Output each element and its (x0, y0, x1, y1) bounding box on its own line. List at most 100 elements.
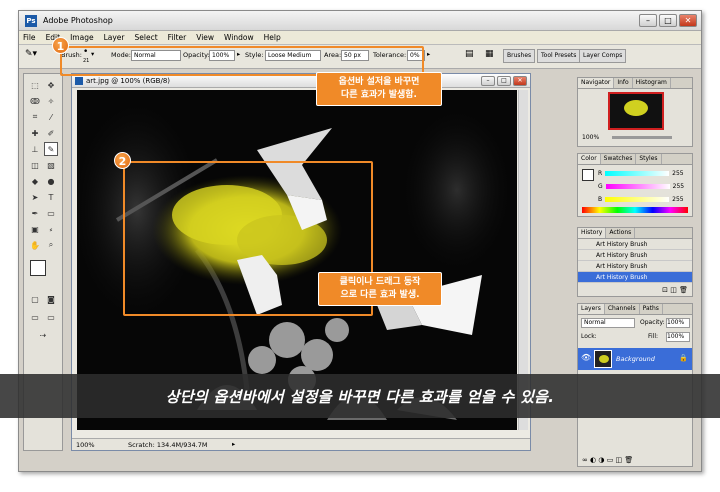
tab-actions[interactable]: Actions (606, 228, 636, 238)
tab-swatches[interactable]: Swatches (601, 154, 637, 164)
doc-minimize-button[interactable]: – (481, 76, 495, 86)
history-item[interactable]: Art History Brush (578, 261, 692, 272)
callout-2: 클릭이나 드래그 동작 으로 다른 효과 발생. (318, 272, 442, 306)
minimize-button[interactable]: – (639, 14, 657, 27)
zoom-level[interactable]: 100% (76, 441, 95, 449)
callout-badge-2: 2 (114, 152, 131, 169)
lock-icon: 🔒 (679, 354, 688, 362)
layer-row-background[interactable]: 👁 Background 🔒 (578, 348, 692, 370)
eraser-tool-icon[interactable]: ◫ (28, 158, 42, 172)
jump-to-imageready-icon[interactable]: ⇢ (36, 328, 50, 342)
screen-mode-1-icon[interactable]: ▭ (28, 310, 42, 324)
lock-label: Lock: (581, 333, 597, 340)
doc-maximize-button[interactable]: □ (497, 76, 511, 86)
notes-tool-icon[interactable]: ▣ (28, 222, 42, 236)
clone-stamp-icon[interactable]: ⊥ (28, 142, 42, 156)
caption-banner: 상단의 옵션바에서 설정을 바꾸면 다른 효과를 얻을 수 있음. (0, 374, 720, 418)
tab-styles[interactable]: Styles (636, 154, 662, 164)
palette-well-brushes[interactable]: Brushes (503, 49, 536, 63)
palette-icon[interactable]: ▦ (485, 49, 494, 59)
menu-image[interactable]: Image (70, 33, 94, 42)
healing-brush-icon[interactable]: ✚ (28, 126, 42, 140)
crop-tool-icon[interactable]: ⌗ (28, 110, 42, 124)
magic-wand-tool-icon[interactable]: ✧ (44, 94, 58, 108)
menu-file[interactable]: File (23, 33, 36, 42)
green-slider[interactable] (605, 184, 670, 189)
art-history-brush-tool-icon[interactable]: ✎ (44, 142, 58, 156)
layer-thumbnail (594, 350, 612, 368)
navigator-panel: Navigator Info Histogram 100% (577, 77, 693, 147)
callout-2-line1: 클릭이나 드래그 동작 (339, 277, 421, 287)
pen-tool-icon[interactable]: ✒ (28, 206, 42, 220)
navigator-zoom-slider[interactable] (612, 136, 672, 139)
tab-paths[interactable]: Paths (640, 304, 663, 314)
tab-navigator[interactable]: Navigator (578, 78, 615, 88)
eyedropper-tool-icon[interactable]: ⸗ (44, 222, 58, 236)
fill-field[interactable]: 100% (666, 332, 690, 342)
layer-name[interactable]: Background (616, 355, 655, 363)
history-item[interactable]: Art History Brush (578, 239, 692, 250)
doc-close-button[interactable]: ✕ (513, 76, 527, 86)
layers-footer-icons[interactable]: ∞ ◐ ◑ ▭ ◫ 🗑 (582, 456, 633, 464)
brush-tool-icon[interactable]: ✐ (44, 126, 58, 140)
type-tool-icon[interactable]: T (44, 190, 58, 204)
history-footer-icons[interactable]: ⊡ ◫ 🗑 (662, 286, 688, 294)
menu-layer[interactable]: Layer (104, 33, 125, 42)
callout-2-line2: 으로 다른 효과 발생. (340, 290, 420, 300)
tab-color[interactable]: Color (578, 154, 601, 164)
color-panel: Color Swatches Styles R 255 G 255 B 255 (577, 153, 693, 217)
tab-channels[interactable]: Channels (605, 304, 640, 314)
blue-label: B (598, 196, 603, 203)
menu-filter[interactable]: Filter (168, 33, 187, 42)
blue-value[interactable]: 255 (672, 196, 683, 203)
navigator-thumbnail[interactable] (608, 92, 664, 130)
menu-view[interactable]: View (196, 33, 214, 42)
callout-1: 옵션바 설저을 바꾸면 다른 효과가 발생함. (316, 72, 442, 106)
lasso-tool-icon[interactable]: ↂ (28, 94, 42, 108)
color-ramp[interactable] (582, 207, 688, 213)
red-slider[interactable] (605, 171, 670, 176)
file-browser-icon[interactable]: ▤ (465, 49, 474, 59)
art-history-brush-icon[interactable]: ✎▾ (25, 49, 37, 59)
palette-well-layer-comps[interactable]: Layer Comps (579, 49, 627, 63)
tab-history[interactable]: History (578, 228, 607, 238)
dodge-tool-icon[interactable]: ● (44, 174, 58, 188)
history-item[interactable]: Art History Brush (578, 250, 692, 261)
close-button[interactable]: ✕ (679, 14, 697, 27)
history-panel: History Actions Art History Brush Art Hi… (577, 227, 693, 297)
foreground-color-swatch[interactable] (30, 260, 46, 276)
tab-layers[interactable]: Layers (578, 304, 605, 314)
zoom-tool-icon[interactable]: ⌕ (44, 238, 58, 252)
menu-select[interactable]: Select (135, 33, 158, 42)
tolerance-arrow-icon[interactable]: ▸ (427, 50, 430, 58)
standard-mode-icon[interactable]: ▢ (28, 292, 42, 306)
status-arrow-icon[interactable]: ▸ (232, 440, 235, 448)
navigator-zoom[interactable]: 100% (582, 134, 599, 141)
color-fg-swatch[interactable] (582, 169, 594, 181)
green-value[interactable]: 255 (673, 183, 684, 190)
slice-tool-icon[interactable]: ⁄ (44, 110, 58, 124)
marquee-tool-icon[interactable]: ⬚ (28, 78, 42, 92)
photoshop-icon: Ps (25, 15, 37, 27)
red-value[interactable]: 255 (672, 170, 683, 177)
tab-info[interactable]: Info (614, 78, 633, 88)
gradient-tool-icon[interactable]: ▧ (44, 158, 58, 172)
maximize-button[interactable]: □ (659, 14, 677, 27)
menu-window[interactable]: Window (224, 33, 254, 42)
screen-mode-2-icon[interactable]: ▭ (44, 310, 58, 324)
quick-mask-icon[interactable]: ◙ (44, 292, 58, 306)
palette-well-tool-presets[interactable]: Tool Presets (537, 49, 581, 63)
layer-opacity-label: Opacity: (640, 319, 665, 326)
blend-mode-select[interactable]: Normal (581, 318, 635, 328)
move-tool-icon[interactable]: ✥ (44, 78, 58, 92)
shape-tool-icon[interactable]: ▭ (44, 206, 58, 220)
tab-histogram[interactable]: Histogram (633, 78, 671, 88)
menu-help[interactable]: Help (264, 33, 281, 42)
path-selection-icon[interactable]: ➤ (28, 190, 42, 204)
eye-icon[interactable]: 👁 (581, 353, 591, 362)
layer-opacity-field[interactable]: 100% (666, 318, 690, 328)
blue-slider[interactable] (605, 197, 670, 202)
history-item-selected[interactable]: Art History Brush (578, 272, 692, 283)
hand-tool-icon[interactable]: ✋ (28, 238, 42, 252)
blur-tool-icon[interactable]: ◆ (28, 174, 42, 188)
